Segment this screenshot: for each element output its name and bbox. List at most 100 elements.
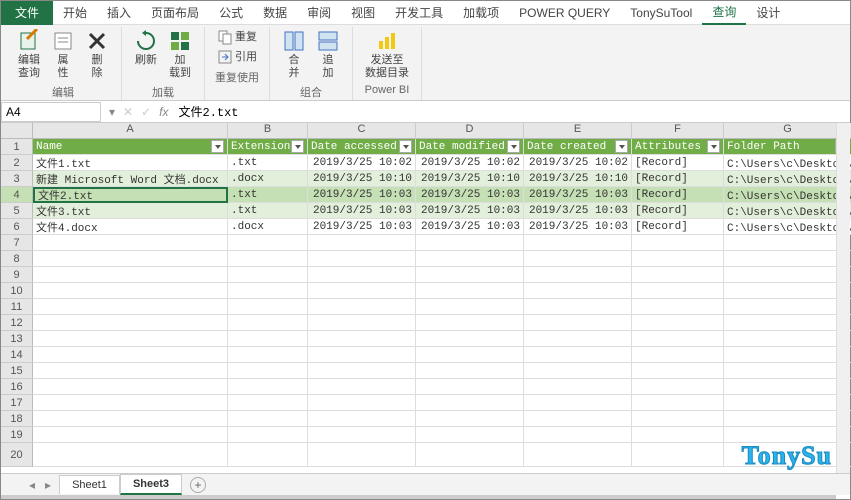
sheet-tab-sheet1[interactable]: Sheet1	[59, 475, 120, 494]
menu-tab-页面布局[interactable]: 页面布局	[141, 1, 209, 25]
cell[interactable]: 2019/3/25 10:02	[308, 155, 416, 171]
row-header[interactable]: 12	[1, 315, 33, 331]
cell[interactable]	[524, 363, 632, 379]
row-header[interactable]: 17	[1, 395, 33, 411]
cell[interactable]	[724, 395, 851, 411]
cell[interactable]	[33, 331, 228, 347]
menu-tab-设计[interactable]: 设计	[746, 1, 790, 25]
row-header[interactable]: 18	[1, 411, 33, 427]
row-header[interactable]: 6	[1, 219, 33, 235]
row-header[interactable]: 15	[1, 363, 33, 379]
table-header-name[interactable]: Name	[33, 139, 228, 155]
cell[interactable]	[632, 235, 724, 251]
table-header-folder-path[interactable]: Folder Path	[724, 139, 851, 155]
cell[interactable]: .txt	[228, 203, 308, 219]
cell[interactable]	[416, 267, 524, 283]
cell[interactable]	[632, 363, 724, 379]
cell[interactable]: .txt	[228, 155, 308, 171]
name-box[interactable]	[1, 102, 101, 122]
cell[interactable]	[524, 427, 632, 443]
col-header-A[interactable]: A	[33, 123, 228, 139]
row-header[interactable]: 1	[1, 139, 33, 155]
cell[interactable]	[524, 331, 632, 347]
formula-input[interactable]	[173, 103, 851, 121]
cell[interactable]	[724, 363, 851, 379]
cell[interactable]: C:\Users\c\Desktop\批	[724, 187, 851, 203]
confirm-icon[interactable]: ✓	[141, 105, 151, 119]
cell[interactable]	[724, 299, 851, 315]
menu-tab-公式[interactable]: 公式	[209, 1, 253, 25]
cell[interactable]	[228, 395, 308, 411]
cell[interactable]	[524, 315, 632, 331]
sheet-tab-sheet3[interactable]: Sheet3	[120, 474, 182, 495]
row-header[interactable]: 4	[1, 187, 33, 203]
cell[interactable]: C:\Users\c\Desktop\批	[724, 219, 851, 235]
load-to-button[interactable]: 加 载到	[164, 27, 196, 82]
cell[interactable]: 2019/3/25 10:03	[524, 203, 632, 219]
cell[interactable]	[632, 411, 724, 427]
menu-tab-开始[interactable]: 开始	[53, 1, 97, 25]
table-header-date-accessed[interactable]: Date accessed	[308, 139, 416, 155]
cell[interactable]	[228, 363, 308, 379]
table-header-date-created[interactable]: Date created	[524, 139, 632, 155]
col-header-E[interactable]: E	[524, 123, 632, 139]
cell[interactable]: C:\Users\c\Desktop\批	[724, 171, 851, 187]
cell[interactable]	[33, 251, 228, 267]
cell[interactable]: 文件1.txt	[33, 155, 228, 171]
cell[interactable]: 文件2.txt	[33, 187, 228, 203]
cell[interactable]	[416, 331, 524, 347]
cell[interactable]	[632, 331, 724, 347]
cell[interactable]	[724, 251, 851, 267]
menu-tab-视图[interactable]: 视图	[341, 1, 385, 25]
cell[interactable]	[524, 235, 632, 251]
cell[interactable]: 2019/3/25 10:02	[524, 155, 632, 171]
row-header[interactable]: 16	[1, 379, 33, 395]
col-header-D[interactable]: D	[416, 123, 524, 139]
cell[interactable]	[228, 331, 308, 347]
cell[interactable]	[416, 443, 524, 467]
filter-button[interactable]	[707, 140, 720, 153]
cell[interactable]	[308, 427, 416, 443]
cell[interactable]	[33, 395, 228, 411]
cell[interactable]	[308, 395, 416, 411]
cell[interactable]	[228, 283, 308, 299]
cell[interactable]: 2019/3/25 10:10	[308, 171, 416, 187]
col-header-C[interactable]: C	[308, 123, 416, 139]
cell[interactable]	[416, 363, 524, 379]
menu-tab-数据[interactable]: 数据	[253, 1, 297, 25]
sheet-nav-prev-icon[interactable]: ◂	[29, 478, 35, 492]
vertical-scrollbar[interactable]	[836, 123, 850, 475]
menu-tab-tonysutool[interactable]: TonySuTool	[620, 1, 702, 25]
cell[interactable]	[308, 299, 416, 315]
append-button[interactable]: 追 加	[312, 27, 344, 82]
cell[interactable]	[416, 283, 524, 299]
cell[interactable]	[33, 363, 228, 379]
select-all-corner[interactable]	[1, 123, 33, 139]
cell[interactable]	[228, 379, 308, 395]
cell[interactable]: 2019/3/25 10:03	[308, 187, 416, 203]
cell[interactable]	[33, 443, 228, 467]
cell[interactable]	[524, 395, 632, 411]
cell[interactable]: [Record]	[632, 219, 724, 235]
table-header-date-modified[interactable]: Date modified	[416, 139, 524, 155]
menu-tab-power query[interactable]: POWER QUERY	[509, 1, 620, 25]
row-header[interactable]: 19	[1, 427, 33, 443]
send-to-catalog-button[interactable]: 发送至 数据目录	[361, 27, 413, 82]
cell[interactable]	[416, 379, 524, 395]
cell[interactable]	[228, 315, 308, 331]
duplicate-button[interactable]: 重复	[213, 27, 261, 47]
cell[interactable]	[308, 443, 416, 467]
cell[interactable]	[33, 379, 228, 395]
table-header-attributes[interactable]: Attributes	[632, 139, 724, 155]
cell[interactable]	[524, 267, 632, 283]
dropdown-icon[interactable]: ▾	[109, 105, 115, 119]
cell[interactable]: [Record]	[632, 187, 724, 203]
cell[interactable]	[632, 315, 724, 331]
menu-tab-查询[interactable]: 查询	[702, 1, 746, 25]
row-header[interactable]: 10	[1, 283, 33, 299]
table-header-extension[interactable]: Extension	[228, 139, 308, 155]
cell[interactable]	[632, 267, 724, 283]
menu-tab-审阅[interactable]: 审阅	[297, 1, 341, 25]
edit-query-button[interactable]: 编辑 查询	[13, 27, 45, 82]
cell[interactable]	[33, 267, 228, 283]
